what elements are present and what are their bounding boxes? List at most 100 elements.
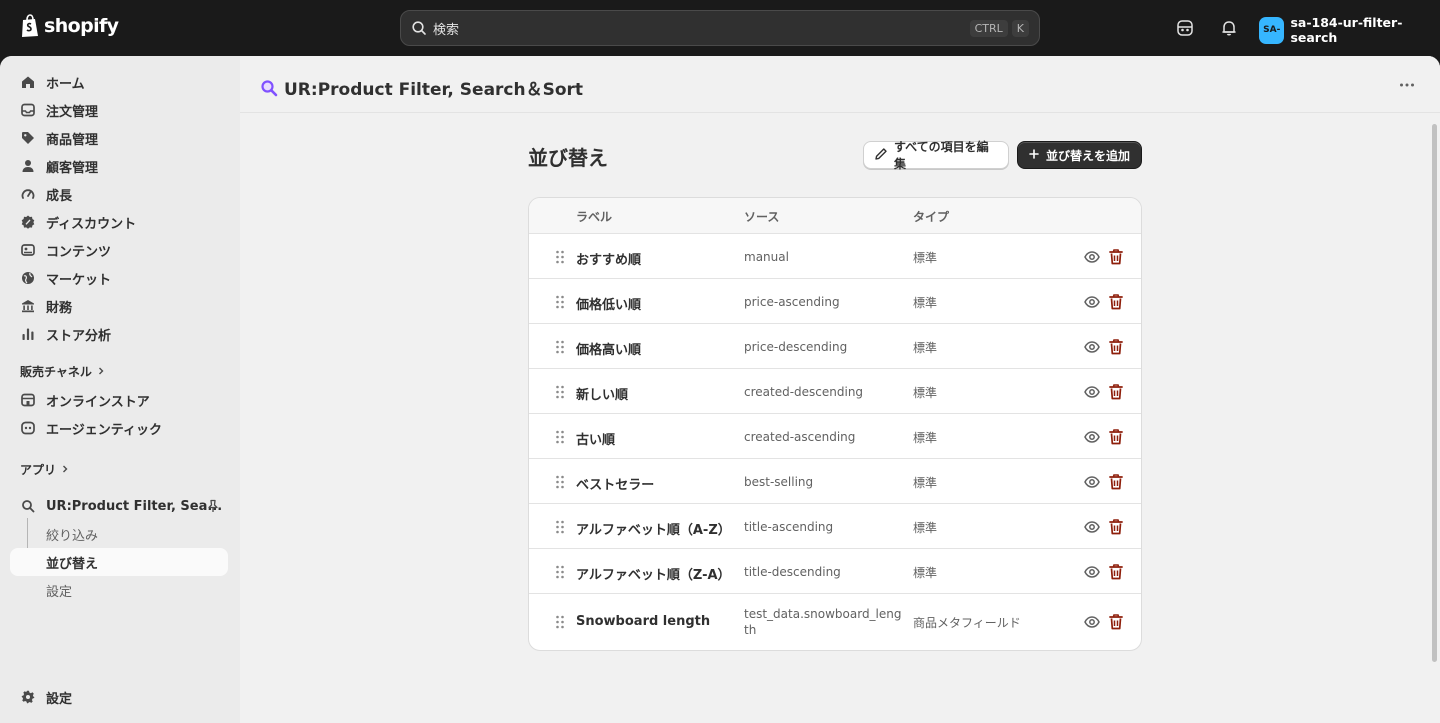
table-row[interactable]: 価格高い順 price-descending 標準 (529, 324, 1141, 369)
delete-icon[interactable] (1107, 613, 1125, 631)
drag-handle-icon[interactable] (555, 250, 565, 264)
delete-icon[interactable] (1107, 338, 1125, 356)
eye-icon[interactable] (1083, 428, 1101, 446)
sidebar-item-analytics[interactable]: ストア分析 (10, 320, 228, 348)
drag-handle-icon[interactable] (555, 615, 565, 629)
eye-icon[interactable] (1083, 293, 1101, 311)
store-menu[interactable]: SA- sa-184-ur-filter-search (1259, 15, 1440, 45)
delete-icon[interactable] (1107, 518, 1125, 536)
sidebar-item-markets[interactable]: マーケット (10, 264, 228, 292)
table-row[interactable]: おすすめ順 manual 標準 (529, 234, 1141, 279)
sidebar-item-customers[interactable]: 顧客管理 (10, 152, 228, 180)
delete-icon[interactable] (1107, 428, 1125, 446)
delete-icon[interactable] (1107, 383, 1125, 401)
sidebar-item-label: 顧客管理 (46, 160, 99, 176)
sidebar-item-label: オンラインストア (46, 394, 150, 410)
row-type: 商品メタフィールド (913, 616, 1021, 630)
discount-icon (20, 214, 36, 230)
avatar: SA- (1259, 16, 1285, 44)
table-row[interactable]: アルファベット順（A-Z） title-ascending 標準 (529, 504, 1141, 549)
sidebar-subitem-filter[interactable]: 絞り込み (10, 520, 228, 548)
sidebar-item-discounts[interactable]: ディスカウント (10, 208, 228, 236)
apps-label: アプリ (20, 463, 57, 477)
drag-handle-icon[interactable] (555, 565, 565, 579)
table-row[interactable]: ベストセラー best-selling 標準 (529, 459, 1141, 504)
inbox-icon (20, 102, 36, 118)
app-title: UR:Product Filter, Search＆Sort (260, 75, 583, 100)
delete-icon[interactable] (1107, 473, 1125, 491)
drag-handle-icon[interactable] (555, 295, 565, 309)
delete-icon[interactable] (1107, 563, 1125, 581)
row-label: 価格低い順 (576, 297, 642, 313)
table-row[interactable]: 古い順 created-ascending 標準 (529, 414, 1141, 459)
shopify-bag-icon (22, 14, 38, 37)
delete-icon[interactable] (1107, 248, 1125, 266)
sidebar-item-label: ホーム (46, 76, 85, 92)
sidebar-item-app[interactable]: UR:Product Filter, Sea... (10, 492, 228, 520)
eye-icon[interactable] (1083, 383, 1101, 401)
table-row[interactable]: Snowboard length test_data.snowboard_leng… (529, 594, 1141, 650)
sidebar-item-label: コンテンツ (46, 244, 112, 260)
row-source: manual (744, 249, 789, 264)
drag-handle-icon[interactable] (555, 475, 565, 489)
row-type: 標準 (913, 340, 938, 355)
gear-icon (20, 689, 36, 705)
sidebar-item-label: マーケット (46, 272, 112, 288)
sidebar-item-settings[interactable]: 設定 (10, 683, 228, 711)
sidebar-item-finance[interactable]: 財務 (10, 292, 228, 320)
sales-channels-link[interactable]: 販売チャネル (20, 363, 106, 380)
row-source: title-descending (744, 564, 841, 579)
apps-link[interactable]: アプリ (20, 461, 70, 478)
sidebar-item-label: 注文管理 (46, 104, 99, 120)
globe-icon (20, 270, 36, 286)
sidebar-item-label: ディスカウント (46, 216, 137, 232)
home-icon (20, 74, 36, 90)
eye-icon[interactable] (1083, 338, 1101, 356)
table-row[interactable]: 新しい順 created-descending 標準 (529, 369, 1141, 414)
app-title-text: UR:Product Filter, Search＆Sort (284, 80, 584, 100)
sidebar-item-growth[interactable]: 成長 (10, 180, 228, 208)
sidebar-item-agentic[interactable]: エージェンティック (10, 414, 228, 442)
sidebar-subitem-settings[interactable]: 設定 (10, 576, 228, 604)
search-placeholder: 検索 (433, 22, 460, 38)
search-icon (412, 21, 426, 35)
logo-text: shopify (44, 15, 119, 37)
sidebar-subitem-sort[interactable]: 並び替え (10, 548, 228, 576)
eye-icon[interactable] (1083, 518, 1101, 536)
row-type: 標準 (913, 295, 938, 310)
row-source: best-selling (744, 474, 814, 489)
row-type: 標準 (913, 250, 938, 265)
app-header: UR:Product Filter, Search＆Sort (240, 56, 1440, 113)
bell-icon[interactable] (1218, 17, 1240, 39)
shopify-logo[interactable]: shopify (20, 14, 119, 38)
table-row[interactable]: アルファベット順（Z-A） title-descending 標準 (529, 549, 1141, 594)
add-sort-button[interactable]: 並び替えを追加 (1017, 141, 1142, 169)
pin-icon[interactable] (206, 499, 220, 517)
edit-all-button[interactable]: すべての項目を編集 (863, 140, 1009, 171)
sidebar-item-content[interactable]: コンテンツ (10, 236, 228, 264)
sidekick-icon[interactable] (1174, 17, 1196, 39)
store-icon (20, 392, 36, 408)
sidebar-item-online-store[interactable]: オンラインストア (10, 386, 228, 414)
row-type: 標準 (913, 385, 938, 400)
header-label: ラベル (576, 210, 613, 224)
more-actions-icon[interactable] (1398, 76, 1416, 98)
drag-handle-icon[interactable] (555, 340, 565, 354)
drag-handle-icon[interactable] (555, 430, 565, 444)
tag-icon (20, 130, 36, 146)
pencil-icon (874, 147, 888, 164)
eye-icon[interactable] (1083, 563, 1101, 581)
eye-icon[interactable] (1083, 613, 1101, 631)
table-row[interactable]: 価格低い順 price-ascending 標準 (529, 279, 1141, 324)
page-title: 並び替え (528, 146, 608, 170)
sidebar-item-orders[interactable]: 注文管理 (10, 96, 228, 124)
scrollbar[interactable] (1432, 124, 1437, 662)
eye-icon[interactable] (1083, 473, 1101, 491)
delete-icon[interactable] (1107, 293, 1125, 311)
search-bar[interactable]: 検索 CTRL K (400, 10, 1040, 46)
drag-handle-icon[interactable] (555, 385, 565, 399)
sidebar-item-home[interactable]: ホーム (10, 68, 228, 96)
sidebar-item-products[interactable]: 商品管理 (10, 124, 228, 152)
drag-handle-icon[interactable] (555, 520, 565, 534)
eye-icon[interactable] (1083, 248, 1101, 266)
